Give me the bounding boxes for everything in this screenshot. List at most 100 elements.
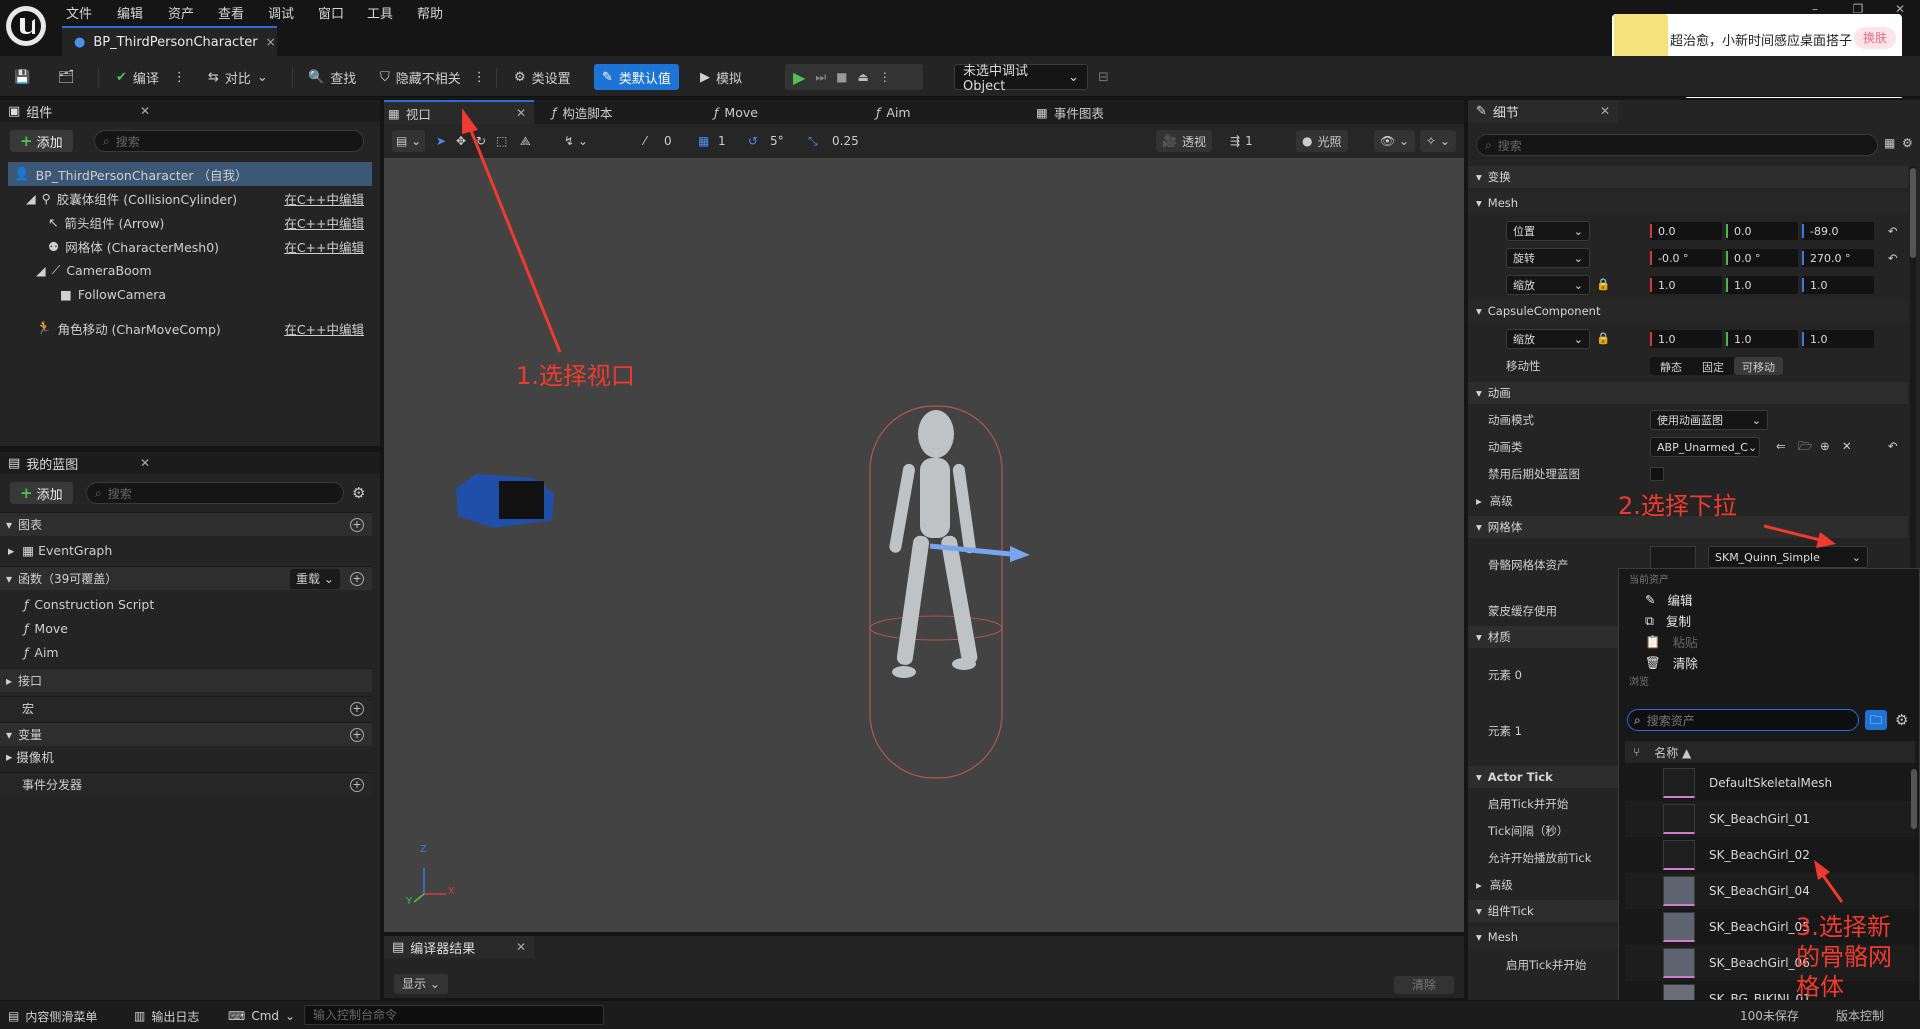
tab-viewport[interactable]: ▦ 视口 ✕	[384, 100, 534, 124]
section-capsule[interactable]: ▾ CapsuleComponent	[1468, 300, 1908, 322]
tab-event-graph[interactable]: ▦ 事件图表	[1036, 100, 1104, 124]
details-tab[interactable]: ✎ 细节 ✕	[1468, 100, 1618, 122]
desktop-notice[interactable]: 超治愈，小新时间感应桌面搭子 换肤	[1612, 14, 1902, 66]
lock-icon[interactable]: 🔒	[1596, 331, 1610, 345]
scale-x[interactable]: 1.0	[1650, 276, 1722, 294]
scale-snap-icon[interactable]: ⤡	[808, 130, 818, 152]
step-icon[interactable]: ⏭	[815, 70, 826, 85]
grid-snap-icon[interactable]: ⁄	[644, 130, 646, 152]
anim-class-select[interactable]: ABP_Unarmed_C ⌄	[1650, 437, 1760, 457]
asset-row[interactable]: SK_BeachGirl_04	[1625, 873, 1915, 909]
unsaved-count[interactable]: 100未保存	[1740, 1007, 1799, 1024]
rotate-icon[interactable]: ↻	[476, 130, 486, 152]
scale-select[interactable]: 缩放 ⌄	[1506, 275, 1590, 295]
copy-menu-item[interactable]: ⧉ 复制	[1619, 610, 1919, 631]
add-circle-icon[interactable]: ⊕	[1820, 439, 1830, 453]
more-icon[interactable]: ⋮	[879, 70, 891, 84]
rotation-snap-value[interactable]: 5°	[770, 130, 784, 152]
scale-icon[interactable]: ⬚	[496, 130, 507, 152]
list-item[interactable]: ▸ 摄像机	[6, 744, 370, 768]
paste-menu-item[interactable]: 📋 粘贴	[1619, 631, 1919, 652]
close-icon[interactable]: ✕	[140, 456, 150, 470]
edit-menu-item[interactable]: ✎ 编辑	[1619, 589, 1919, 610]
add-component-button[interactable]: + 添加	[10, 130, 73, 152]
clear-button[interactable]: 清除	[1394, 976, 1454, 994]
lock-icon[interactable]: 🔒	[1596, 277, 1610, 291]
close-icon[interactable]: ✕	[140, 104, 150, 118]
asset-row[interactable]: SK_BeachGirl_02	[1625, 837, 1915, 873]
scrollbar-thumb[interactable]	[1911, 769, 1917, 829]
document-tab[interactable]: ● BP_ThirdPersonCharacter ×	[62, 26, 277, 56]
list-item[interactable]: ƒ Move	[24, 616, 364, 640]
content-drawer-button[interactable]: ▤ 内容侧滑菜单	[8, 1003, 97, 1029]
add-circle-icon[interactable]: +	[350, 701, 364, 716]
tree-item[interactable]: ⚉ 网格体 (CharacterMesh0) 在C++中编辑	[8, 234, 372, 258]
gear-icon[interactable]: ⚙	[352, 484, 365, 502]
scale-y[interactable]: 1.0	[1726, 276, 1798, 294]
show-dropdown[interactable]: 显示 ⌄	[394, 974, 448, 994]
blueprint-search-input[interactable]: ⌕ 搜索	[86, 482, 344, 504]
compile-button[interactable]: ✔ 编译 ⋮	[116, 64, 186, 90]
rotation-snap-icon[interactable]: ↺	[748, 130, 758, 152]
tab-move[interactable]: ƒ Move	[714, 100, 758, 124]
mobility-static[interactable]: 静态	[1650, 357, 1692, 375]
play-icon[interactable]: ▶	[793, 68, 805, 87]
section-dispatchers[interactable]: 事件分发器 +	[0, 772, 372, 796]
coordinate-icon[interactable]: ⟁	[520, 130, 531, 152]
section-animation[interactable]: ▾ 动画	[1468, 382, 1908, 404]
reset-icon[interactable]: ↶	[1888, 251, 1898, 265]
section-transform[interactable]: ▾ 变换	[1468, 166, 1908, 188]
snap-value[interactable]: 1	[718, 130, 726, 152]
eject-icon[interactable]: ⏏	[857, 70, 868, 84]
add-member-button[interactable]: + 添加	[10, 482, 73, 504]
class-settings-button[interactable]: ⚙ 类设置	[514, 64, 571, 90]
surface-snap-icon[interactable]: ↯ ⌄	[564, 130, 588, 152]
reset-icon[interactable]: ↶	[1888, 439, 1898, 453]
edit-in-cpp-link[interactable]: 在C++中编辑	[284, 189, 364, 208]
section-interfaces[interactable]: ▸ 接口	[0, 668, 372, 692]
viewport-canvas[interactable]: Z X Y	[384, 158, 1464, 932]
class-defaults-button[interactable]: ✎ 类默认值	[594, 64, 679, 90]
scrollbar-thumb[interactable]	[1910, 168, 1916, 258]
location-y[interactable]: 0.0	[1726, 222, 1798, 240]
tree-item[interactable]: ◢ ⚲ 胶囊体组件 (CollisionCylinder) 在C++中编辑	[8, 186, 372, 210]
asset-row[interactable]: SK_BeachGirl_01	[1625, 801, 1915, 837]
perspective-button[interactable]: 🎥 透视	[1156, 130, 1212, 152]
browse-folder-icon[interactable]: 🗀	[1865, 710, 1887, 730]
tab-aim[interactable]: ƒ Aim	[876, 100, 911, 124]
capsule-scale-select[interactable]: 缩放 ⌄	[1506, 329, 1590, 349]
details-search-input[interactable]: ⌕ 搜索	[1476, 134, 1878, 156]
section-variables[interactable]: ▾ 变量 +	[0, 722, 372, 746]
rotation-y[interactable]: 0.0 °	[1726, 249, 1798, 267]
name-column-header[interactable]: 名称 ▲	[1654, 744, 1691, 761]
edit-in-cpp-link[interactable]: 在C++中编辑	[284, 319, 364, 338]
save-icon[interactable]: 💾	[14, 64, 30, 90]
edit-in-cpp-link[interactable]: 在C++中编辑	[284, 213, 364, 232]
tab-construction-script[interactable]: ƒ 构造脚本	[552, 100, 612, 124]
close-icon[interactable]: ✕	[516, 106, 526, 120]
cmd-dropdown[interactable]: ⌨ Cmd ⌄	[228, 1003, 295, 1029]
more-icon[interactable]: ⋮	[173, 70, 186, 85]
section-graphs[interactable]: ▾ 图表 +	[0, 512, 372, 536]
clear-menu-item[interactable]: 🗑 清除	[1619, 652, 1919, 673]
override-dropdown[interactable]: 重载 ⌄	[290, 569, 340, 589]
menu-debug[interactable]: 调试	[268, 3, 294, 22]
hide-unrelated-button[interactable]: ⛉ 隐藏不相关 ⋮	[380, 64, 486, 90]
section-mesh[interactable]: ▾ Mesh	[1468, 192, 1908, 214]
asset-search-input[interactable]: ⌕ 搜索资产	[1627, 709, 1859, 731]
scale-snap-value[interactable]: 0.25	[832, 130, 859, 152]
menu-file[interactable]: 文件	[66, 3, 92, 22]
asset-row[interactable]: DefaultSkeletalMesh	[1625, 765, 1915, 801]
add-circle-icon[interactable]: +	[350, 727, 364, 742]
add-circle-icon[interactable]: +	[350, 517, 364, 532]
clear-x-icon[interactable]: ✕	[1842, 439, 1852, 453]
tree-item[interactable]: ◢ ⟋ CameraBoom	[8, 258, 372, 282]
simulate-button[interactable]: ▶ 模拟	[700, 64, 742, 90]
capsule-scale-y[interactable]: 1.0	[1726, 330, 1798, 348]
gear-icon[interactable]: ⚙	[1902, 136, 1913, 150]
debug-filter-icon[interactable]: ⊟	[1098, 64, 1109, 90]
lit-button[interactable]: ● 光照	[1296, 130, 1348, 152]
more-icon[interactable]: ⋮	[473, 70, 486, 85]
rotation-select[interactable]: 旋转 ⌄	[1506, 248, 1590, 268]
arrow-left-icon[interactable]: ⇐	[1776, 439, 1786, 453]
